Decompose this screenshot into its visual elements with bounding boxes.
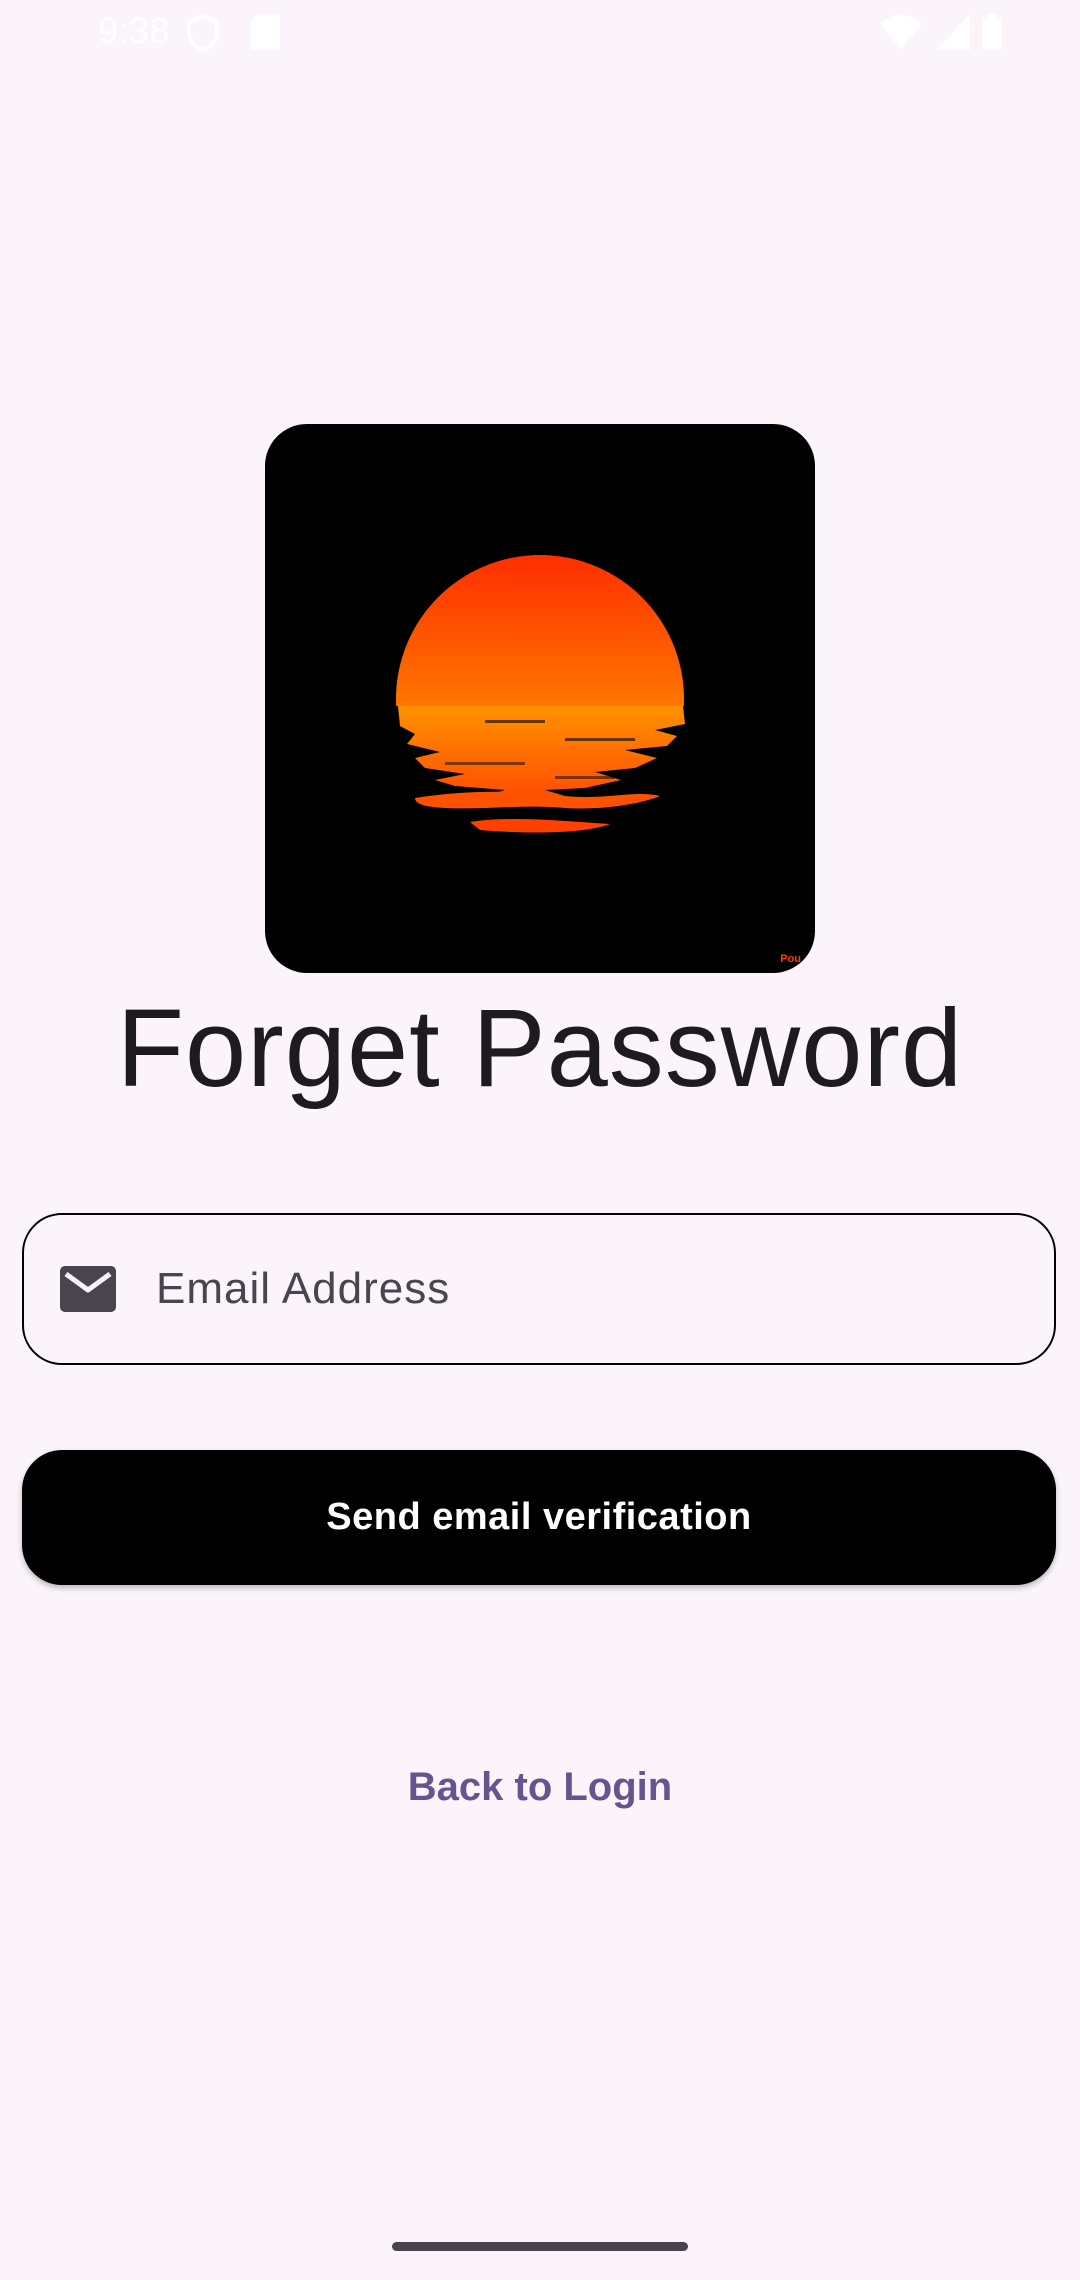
status-time: 9:38 [98,10,171,51]
email-input[interactable] [154,1263,978,1315]
page-title: Forget Password [116,987,964,1110]
status-bar: 9:38 [0,0,1080,66]
battery-icon [982,14,1002,55]
cell-signal-icon [936,14,970,55]
send-button-label: Send email verification [326,1496,752,1538]
sunset-logo-art [396,555,685,833]
email-field[interactable] [22,1213,1056,1365]
sd-card-icon [250,14,280,55]
gesture-navigation-bar[interactable] [392,2242,688,2251]
send-email-verification-button[interactable]: Send email verification [22,1450,1056,1585]
sunset-logo: Pou [265,424,815,973]
forget-password-screen: 9:38 Pou Forget Password Email Address S… [0,0,1080,2280]
logo-watermark: Pou [780,953,801,965]
vpn-shield-icon [186,13,220,57]
back-to-login-link[interactable]: Back to Login [0,1765,1080,1810]
mail-icon [60,1266,116,1312]
wifi-icon [880,14,922,55]
